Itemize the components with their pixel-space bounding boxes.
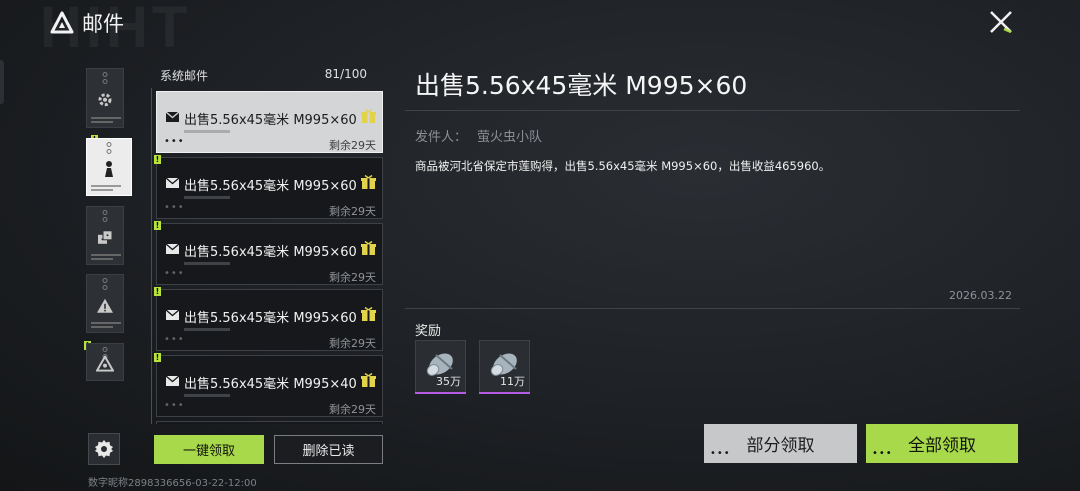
divider [405,308,1020,309]
rarity-bar [479,392,530,394]
mail-subject: 出售5.56x45毫米 M995×60 [184,245,357,260]
mail-progress-bar [184,262,230,265]
rarity-bar [415,392,466,394]
envelope-icon [166,376,179,386]
mail-item[interactable]: ! 出售5.56x45毫米 M995×60 ••• 剩余29天 [154,155,383,219]
envelope-icon [166,310,179,320]
mail-item[interactable]: ! 出售5.56x45毫米 M995×60 ••• 剩余29天 [154,221,383,285]
gear-icon [95,440,113,458]
game-logo-icon [50,11,74,34]
more-dots-icon: ••• [164,268,185,279]
mail-count: 81/100 [324,67,367,81]
footer-id: 数字昵称2898336656-03-22-12:00 [88,478,257,489]
delete-read-button[interactable]: 删除已读 [274,435,383,464]
rewards-label: 奖励 [415,324,442,339]
mail-body: 商品被河北省保定市莲购得，出售5.56x45毫米 M995×60，出售收益465… [415,159,831,173]
mail-progress-bar [184,328,230,331]
mail-subject: 出售5.56x45毫米 M995×60 [184,311,357,326]
category-warning[interactable] [86,274,124,333]
claim-all-mails-button[interactable]: 一键领取 [154,435,264,464]
mail-category-label: 系统邮件 [160,69,209,83]
left-edge-tab [0,60,4,104]
mail-expiry: 剩余29天 [329,139,376,152]
more-dots-icon: ••• [872,448,893,459]
category-settings[interactable] [86,68,124,128]
envelope-icon [166,112,179,122]
page-title: 邮件 [82,12,124,36]
more-dots-icon: ••• [710,448,731,459]
gift-icon [361,307,376,321]
title-bar: 邮件 [50,8,124,38]
divider [405,110,1020,111]
dice-icon [98,229,113,244]
chess-piece-icon [105,161,113,177]
mail-item[interactable]: 出售5.56x45毫米 M995×60 ••• 剩余29天 [156,91,383,153]
mail-progress-bar [184,130,230,133]
more-dots-icon: ••• [164,202,185,213]
mail-list-header: 系统邮件 81/100 [160,67,367,84]
category-system-mail[interactable] [86,138,132,196]
gift-icon [361,241,376,255]
mail-item[interactable] [156,421,383,424]
reward-item[interactable]: 35万 [415,340,466,394]
mail-subject: 出售5.56x45毫米 M995×60 [184,113,357,128]
claim-all-label: 全部领取 [908,436,976,456]
new-badge: ! [154,221,161,230]
sender-label: 发件人： [415,130,468,145]
new-badge: ! [154,353,161,362]
category-faction[interactable] [86,343,124,381]
close-icon[interactable] [986,7,1016,37]
triangle-emblem-icon [96,355,114,372]
reward-item[interactable]: 11万 [479,340,530,394]
mail-expiry: 剩余29天 [329,271,376,284]
more-dots-icon: ••• [164,334,185,345]
partial-claim-label: 部分领取 [746,436,815,456]
mail-expiry: 剩余29天 [329,205,376,218]
category-trade[interactable] [86,206,124,265]
mail-subject: 出售5.56x45毫米 M995×40 [184,377,357,392]
mail-item[interactable]: ! 出售5.56x45毫米 M995×40 ••• 剩余29天 [154,353,383,417]
more-dots-icon: ••• [164,400,185,411]
claim-all-button[interactable]: 全部领取 ••• [866,424,1018,463]
warning-icon [97,298,113,313]
mail-sender: 发件人： 萤火虫小队 [415,126,542,145]
mail-list[interactable]: 出售5.56x45毫米 M995×60 ••• 剩余29天 ! 出售5.56x4… [151,88,384,424]
settings-button[interactable] [88,433,120,465]
gift-icon [361,109,376,123]
mail-progress-bar [184,196,230,199]
more-dots-icon: ••• [164,136,185,147]
reward-quantity: 11万 [500,375,525,388]
gift-icon [361,175,376,189]
new-badge: ! [154,287,161,296]
reward-quantity: 35万 [436,375,461,388]
mail-item[interactable]: ! 出售5.56x45毫米 M995×60 ••• 剩余29天 [154,287,383,351]
gear-icon [98,93,112,107]
envelope-icon [166,244,179,254]
new-badge: ! [154,155,161,164]
mail-date: 2026.03.22 [949,289,1012,302]
gift-icon [361,373,376,387]
mail-subject: 出售5.56x45毫米 M995×60 [184,179,357,194]
partial-claim-button[interactable]: 部分领取 ••• [704,424,857,463]
mail-detail-title: 出售5.56x45毫米 M995×60 [415,71,748,100]
mail-expiry: 剩余29天 [329,403,376,416]
sender-name: 萤火虫小队 [477,130,543,145]
envelope-icon [166,178,179,188]
mail-progress-bar [184,394,230,397]
mail-expiry: 剩余29天 [329,337,376,350]
